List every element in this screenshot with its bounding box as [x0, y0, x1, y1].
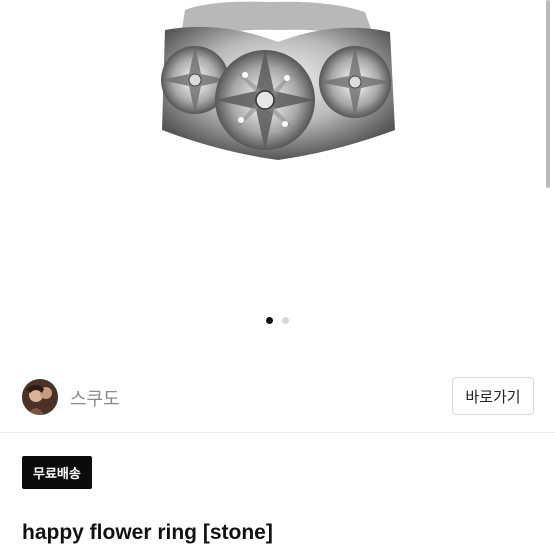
avatar[interactable]: [22, 379, 58, 415]
seller-name[interactable]: 스쿠도: [70, 385, 120, 411]
carousel-dot-active[interactable]: [266, 317, 273, 324]
divider: [0, 432, 555, 433]
product-page: 스쿠도 바로가기 무료배송 happy flower ring [stone]: [0, 0, 555, 555]
carousel-dot[interactable]: [282, 317, 289, 324]
seller-row: 스쿠도 바로가기: [0, 375, 555, 420]
goto-button[interactable]: 바로가기: [452, 377, 534, 415]
product-title: happy flower ring [stone]: [22, 521, 273, 544]
avatar-icon: [22, 379, 58, 415]
scrollbar[interactable]: [546, 0, 550, 188]
ring-image: [161, 1, 395, 160]
carousel-indicator: [0, 317, 555, 324]
product-image-carousel[interactable]: [0, 0, 555, 345]
free-shipping-badge: 무료배송: [22, 456, 92, 489]
